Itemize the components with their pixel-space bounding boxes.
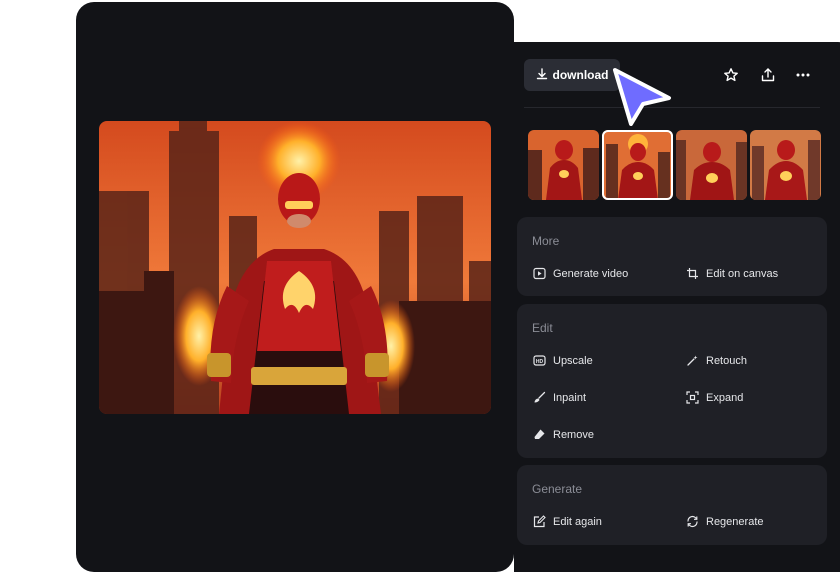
expand-icon [686, 391, 699, 404]
edit-again-label: Edit again [553, 515, 602, 528]
image-viewer [76, 2, 514, 572]
retouch-label: Retouch [706, 354, 747, 367]
thumbnail-2[interactable] [602, 130, 673, 200]
generated-image[interactable] [99, 121, 491, 414]
upscale-button[interactable]: HD Upscale [533, 354, 593, 367]
video-icon [533, 267, 546, 280]
regenerate-button[interactable]: Regenerate [686, 515, 764, 528]
download-button[interactable]: download [524, 59, 620, 91]
more-section: More Generate video Edit on canvas [517, 217, 827, 296]
download-icon [536, 67, 548, 83]
expand-button[interactable]: Expand [686, 391, 743, 404]
edit-title: Edit [532, 321, 553, 335]
edit-icon [533, 515, 546, 528]
generate-title: Generate [532, 482, 583, 496]
edit-on-canvas-label: Edit on canvas [706, 267, 779, 280]
hd-icon: HD [533, 355, 546, 366]
thumbnail-3[interactable] [676, 130, 747, 200]
generate-video-label: Generate video [553, 267, 629, 280]
generate-section: Generate Edit again Regenerate [517, 465, 827, 545]
details-panel: download More Generate video Edit on can… [514, 42, 840, 572]
magic-wand-icon [687, 355, 698, 366]
eraser-icon [534, 429, 545, 439]
brush-icon [534, 391, 546, 403]
thumbnail-4[interactable] [750, 130, 821, 200]
refresh-icon [687, 515, 698, 528]
edit-again-button[interactable]: Edit again [533, 515, 602, 528]
remove-label: Remove [553, 428, 594, 441]
expand-label: Expand [706, 391, 744, 404]
more-icon[interactable] [795, 67, 811, 83]
upscale-label: Upscale [553, 354, 593, 367]
variation-thumbnails [528, 130, 822, 202]
crop-icon [687, 268, 698, 279]
edit-on-canvas-button[interactable]: Edit on canvas [686, 267, 778, 280]
regenerate-label: Regenerate [706, 515, 764, 528]
star-icon[interactable] [723, 67, 739, 83]
inpaint-label: Inpaint [553, 391, 587, 404]
download-label: download [552, 68, 609, 82]
edit-section: Edit HD Upscale Retouch Inpaint Expand R… [517, 304, 827, 458]
remove-button[interactable]: Remove [533, 428, 594, 441]
cursor-pointer-icon [609, 66, 675, 126]
inpaint-button[interactable]: Inpaint [533, 391, 586, 404]
svg-text:HD: HD [536, 359, 544, 365]
more-title: More [532, 234, 560, 248]
thumbnail-1[interactable] [528, 130, 599, 200]
retouch-button[interactable]: Retouch [686, 354, 747, 367]
share-icon[interactable] [760, 67, 776, 83]
generate-video-button[interactable]: Generate video [533, 267, 628, 280]
